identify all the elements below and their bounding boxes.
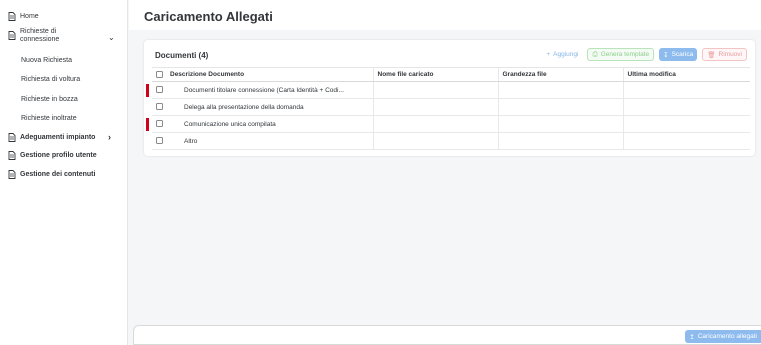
download-button[interactable]: ↧ Scarica <box>659 48 698 61</box>
trash-icon: 🗑 <box>707 51 716 59</box>
download-button-label: Scarica <box>671 51 694 58</box>
upload-attachments-button[interactable]: ↥ Caricamento allegati <box>685 330 761 343</box>
cell-description: Altro <box>166 132 374 150</box>
table-row[interactable]: Documenti titolare connessione (Carta Id… <box>146 81 750 99</box>
sidebar-item-home[interactable]: Home <box>0 10 127 22</box>
row-checkbox[interactable] <box>156 120 163 128</box>
chevron-down-icon[interactable]: ⌄ <box>108 33 115 42</box>
cell-last-modified <box>623 98 750 116</box>
table-row[interactable]: Comunicazione unica compilata <box>146 115 750 133</box>
cell-last-modified <box>623 81 750 99</box>
documents-toolbar: + Aggiungi ⎙ Genera template ↧ Scarica 🗑… <box>542 48 747 61</box>
page-icon <box>8 169 16 179</box>
sidebar-subitem-richieste-inoltrate[interactable]: Richieste inoltrate <box>21 115 77 122</box>
cell-file-name <box>373 98 499 116</box>
cell-file-size <box>498 98 624 116</box>
sidebar-item-label: Home <box>20 12 39 20</box>
sidebar-item-label: Gestione dei contenuti <box>20 170 96 178</box>
cell-file-name <box>373 115 499 133</box>
cell-last-modified <box>623 115 750 133</box>
sidebar-subitem-richieste-bozza[interactable]: Richieste in bozza <box>21 96 78 103</box>
sidebar: Home Richieste di connessione ⌄ Nuova Ri… <box>0 0 128 345</box>
table-row[interactable]: Altro <box>152 132 750 150</box>
sidebar-subitem-richiesta-voltura[interactable]: Richiesta di voltura <box>21 76 80 83</box>
remove-button-label: Rimuovi <box>718 51 742 58</box>
page-icon <box>8 31 16 40</box>
plus-icon: + <box>546 51 551 58</box>
download-icon: ↧ <box>663 51 669 59</box>
cell-file-name <box>373 132 499 150</box>
sidebar-subitem-nuova-richiesta[interactable]: Nuova Richiesta <box>21 57 72 64</box>
chevron-right-icon[interactable]: › <box>108 132 111 142</box>
sidebar-item-gestione-profilo[interactable]: Gestione profilo utente <box>0 149 127 161</box>
sidebar-item-adeguamenti-impianto[interactable]: Adeguamenti impianto › <box>0 131 127 143</box>
cell-file-size <box>498 81 624 99</box>
documents-title: Documenti (4) <box>155 51 209 60</box>
row-checkbox[interactable] <box>156 86 163 94</box>
select-all-checkbox[interactable] <box>156 70 163 78</box>
generate-template-label: Genera template <box>600 51 650 58</box>
page-icon <box>8 150 16 160</box>
column-header-last-modified[interactable]: Ultima modifica <box>623 67 750 82</box>
required-marker <box>146 118 149 131</box>
cell-description: Documenti titolare connessione (Carta Id… <box>166 81 374 99</box>
remove-button[interactable]: 🗑 Rimuovi <box>702 48 747 61</box>
sidebar-item-label-line2: connessione <box>20 36 60 43</box>
cell-file-size <box>498 115 624 133</box>
column-header-file-name[interactable]: Nome file caricato <box>373 67 499 82</box>
table-header-row: Descrizione Documento Nome file caricato… <box>152 67 750 82</box>
table-row[interactable]: Delega alla presentazione della domanda <box>152 98 750 116</box>
sidebar-item-label-line1: Richieste di <box>20 28 57 35</box>
page-icon <box>8 11 16 21</box>
cell-description: Delega alla presentazione della domanda <box>166 98 374 116</box>
cell-last-modified <box>623 132 750 150</box>
sidebar-item-label: Gestione profilo utente <box>20 151 97 159</box>
cell-file-size <box>498 132 624 150</box>
column-header-file-size[interactable]: Grandezza file <box>498 67 624 82</box>
row-checkbox[interactable] <box>156 103 163 111</box>
column-header-description[interactable]: Descrizione Documento <box>166 67 374 82</box>
sidebar-item-gestione-contenuti[interactable]: Gestione dei contenuti <box>0 168 127 180</box>
upload-attachments-label: Caricamento allegati <box>697 333 757 340</box>
add-button[interactable]: + Aggiungi <box>542 48 582 61</box>
documents-card: Documenti (4) + Aggiungi ⎙ Genera templa… <box>144 40 755 156</box>
footer-bar <box>133 325 761 345</box>
upload-icon: ↥ <box>689 333 695 341</box>
required-marker <box>146 84 149 97</box>
cell-description: Comunicazione unica compilata <box>166 115 374 133</box>
sidebar-item-label: Adeguamenti impianto <box>20 133 96 141</box>
select-all-cell <box>152 67 166 82</box>
sidebar-item-richieste-connessione[interactable]: Richieste di connessione ⌄ <box>0 28 127 48</box>
row-checkbox[interactable] <box>156 137 163 145</box>
add-button-label: Aggiungi <box>553 51 579 58</box>
cell-file-name <box>373 81 499 99</box>
page-title: Caricamento Allegati <box>144 9 273 24</box>
documents-table: Descrizione Documento Nome file caricato… <box>146 67 750 150</box>
page-icon <box>8 132 16 142</box>
template-icon: ⎙ <box>592 50 598 58</box>
generate-template-button[interactable]: ⎙ Genera template <box>587 48 655 61</box>
